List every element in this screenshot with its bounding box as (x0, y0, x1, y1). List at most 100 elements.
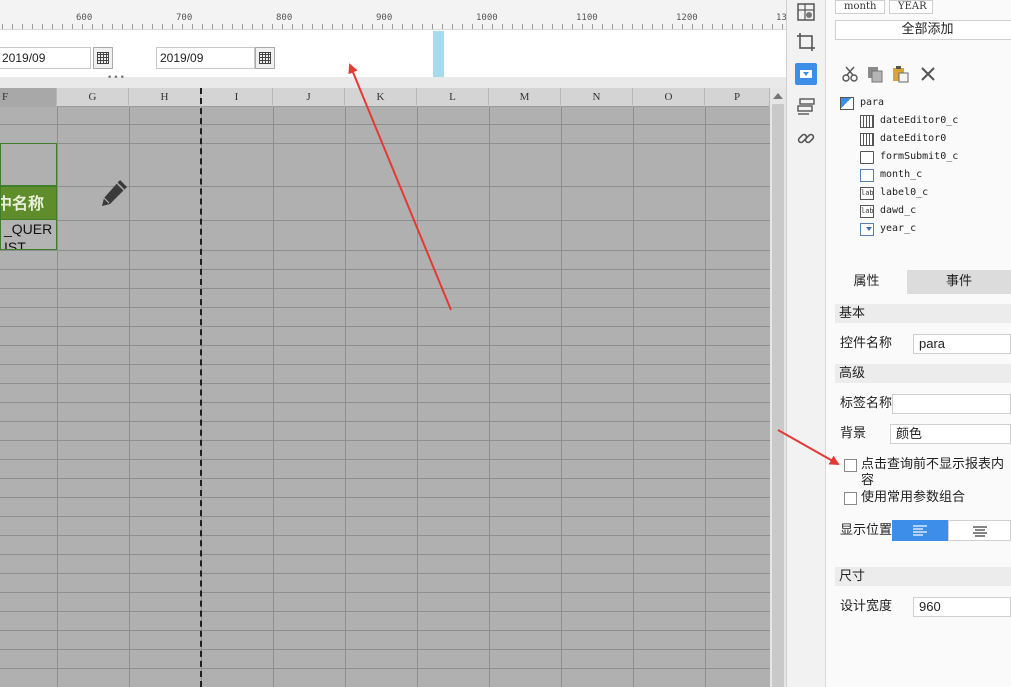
grid-row-line (0, 307, 770, 308)
hide-before-query-label: 点击查询前不显示报表内容 (861, 457, 1005, 488)
layout-stack-icon[interactable] (795, 95, 817, 117)
add-all-button[interactable]: 全部添加 (835, 20, 1011, 40)
container-icon (840, 96, 854, 110)
tree-node-root[interactable]: para (840, 94, 884, 112)
horizontal-ruler: 600 700 800 900 1000 1100 1200 13 (0, 0, 786, 30)
grid-row-line (0, 143, 770, 144)
scroll-up-arrow-icon[interactable] (773, 93, 783, 99)
column-header[interactable]: M (489, 88, 561, 107)
column-header[interactable]: I (201, 88, 273, 107)
tree-node-label: dateEditor0 (880, 133, 947, 144)
ruler-tick (162, 24, 163, 29)
frame-icon[interactable] (795, 31, 817, 53)
ruler-tick (242, 24, 243, 29)
section-size[interactable]: 尺寸 (835, 567, 1011, 586)
background-select[interactable]: 颜色 (890, 424, 1011, 444)
ruler-tick (482, 24, 483, 29)
parameter-pane-tool[interactable] (795, 63, 817, 85)
pane-resize-handle[interactable] (433, 31, 444, 77)
tree-node[interactable]: dateEditor0 (860, 130, 946, 148)
ruler-label: 700 (176, 13, 193, 23)
column-header[interactable]: L (417, 88, 489, 107)
copy-icon[interactable] (866, 65, 884, 83)
tree-node[interactable]: lab dawd_c (860, 202, 916, 220)
use-param-combo-checkbox[interactable] (844, 492, 857, 505)
calendar-button[interactable] (255, 47, 275, 69)
section-basic[interactable]: 基本 (835, 304, 1011, 323)
data-cell[interactable]: _QUER IST (0, 220, 57, 250)
column-header[interactable]: F (0, 88, 57, 107)
hide-before-query-checkbox[interactable] (844, 459, 857, 472)
align-center-button[interactable] (948, 520, 1011, 541)
cut-icon[interactable] (841, 65, 859, 83)
date-editor-start[interactable]: 2019/09 (0, 47, 91, 69)
grid-column-line (561, 107, 562, 687)
ruler-tick (192, 24, 193, 29)
param-pill-year[interactable]: YEAR (889, 0, 933, 14)
ruler-tick (762, 24, 763, 29)
ruler-tick (172, 24, 173, 29)
grid-row-line (0, 250, 770, 251)
ruler-tick (332, 24, 333, 29)
ruler-tick (452, 24, 453, 29)
ruler-tick (582, 24, 583, 29)
scrollbar-thumb[interactable] (772, 104, 784, 687)
column-header[interactable]: K (345, 88, 417, 107)
grid-row-line (0, 440, 770, 441)
design-width-input[interactable]: 960 (913, 597, 1011, 617)
ruler-tick (592, 24, 593, 29)
pencil-icon[interactable] (98, 177, 130, 209)
ruler-tick (472, 24, 473, 29)
ruler-label: 13 (776, 13, 786, 23)
tag-name-input[interactable] (892, 394, 1011, 414)
column-header[interactable]: P (705, 88, 770, 107)
tab-properties[interactable]: 属性 (826, 270, 907, 294)
tree-node[interactable]: month_c (860, 166, 922, 184)
column-header[interactable]: G (57, 88, 129, 107)
header-cell[interactable]: 中名称 (0, 186, 57, 220)
column-header[interactable]: O (633, 88, 705, 107)
grid-column-line (273, 107, 274, 687)
calendar-button[interactable] (93, 47, 113, 69)
ruler-tick (532, 24, 533, 29)
column-header[interactable]: H (129, 88, 201, 107)
ruler-tick (752, 24, 753, 29)
column-header[interactable]: J (273, 88, 345, 107)
parameter-pane[interactable]: 2019/09 2019/09 (0, 31, 786, 77)
tree-node[interactable]: lab label0_c (860, 184, 928, 202)
label-widget-icon: lab (860, 204, 874, 218)
delete-icon[interactable] (919, 65, 937, 83)
pane-splitter[interactable]: ••• (0, 73, 786, 88)
align-left-button[interactable] (892, 520, 948, 541)
tree-node[interactable]: dateEditor0_c (860, 112, 958, 130)
grid-row-line (0, 364, 770, 365)
sheet-cell[interactable] (0, 143, 57, 186)
link-icon[interactable] (795, 127, 817, 149)
ruler-tick (492, 24, 493, 29)
panel-tabs: 属性 事件 (826, 270, 1011, 294)
ruler-tick (82, 24, 83, 29)
column-header[interactable]: N (561, 88, 633, 107)
ruler-tick (32, 24, 33, 29)
tree-node[interactable]: formSubmit0_c (860, 148, 958, 166)
widget-library-icon[interactable] (795, 2, 817, 24)
grid-row-line (0, 611, 770, 612)
date-editor-end[interactable]: 2019/09 (156, 47, 255, 69)
grid-row-line (0, 220, 770, 221)
widget-name-input[interactable]: para (913, 334, 1011, 354)
widget-name-label: 控件名称 (840, 336, 893, 351)
ruler-tick (602, 24, 603, 29)
param-pill-month[interactable]: month (835, 0, 885, 14)
ruler-tick (782, 24, 783, 29)
tab-events[interactable]: 事件 (907, 270, 1011, 294)
vertical-scrollbar[interactable] (770, 88, 786, 687)
tree-node[interactable]: year_c (860, 220, 916, 238)
grid-row-line (0, 421, 770, 422)
dropdown-widget-icon (800, 70, 812, 78)
ruler-tick (262, 24, 263, 29)
paste-icon[interactable] (891, 65, 909, 83)
ruler-tick (322, 24, 323, 29)
section-advanced[interactable]: 高级 (835, 364, 1011, 383)
tree-node-label: month_c (880, 169, 923, 180)
report-sheet[interactable]: F G H I J K L M N O P 中名称 _QUER IST (0, 88, 770, 687)
